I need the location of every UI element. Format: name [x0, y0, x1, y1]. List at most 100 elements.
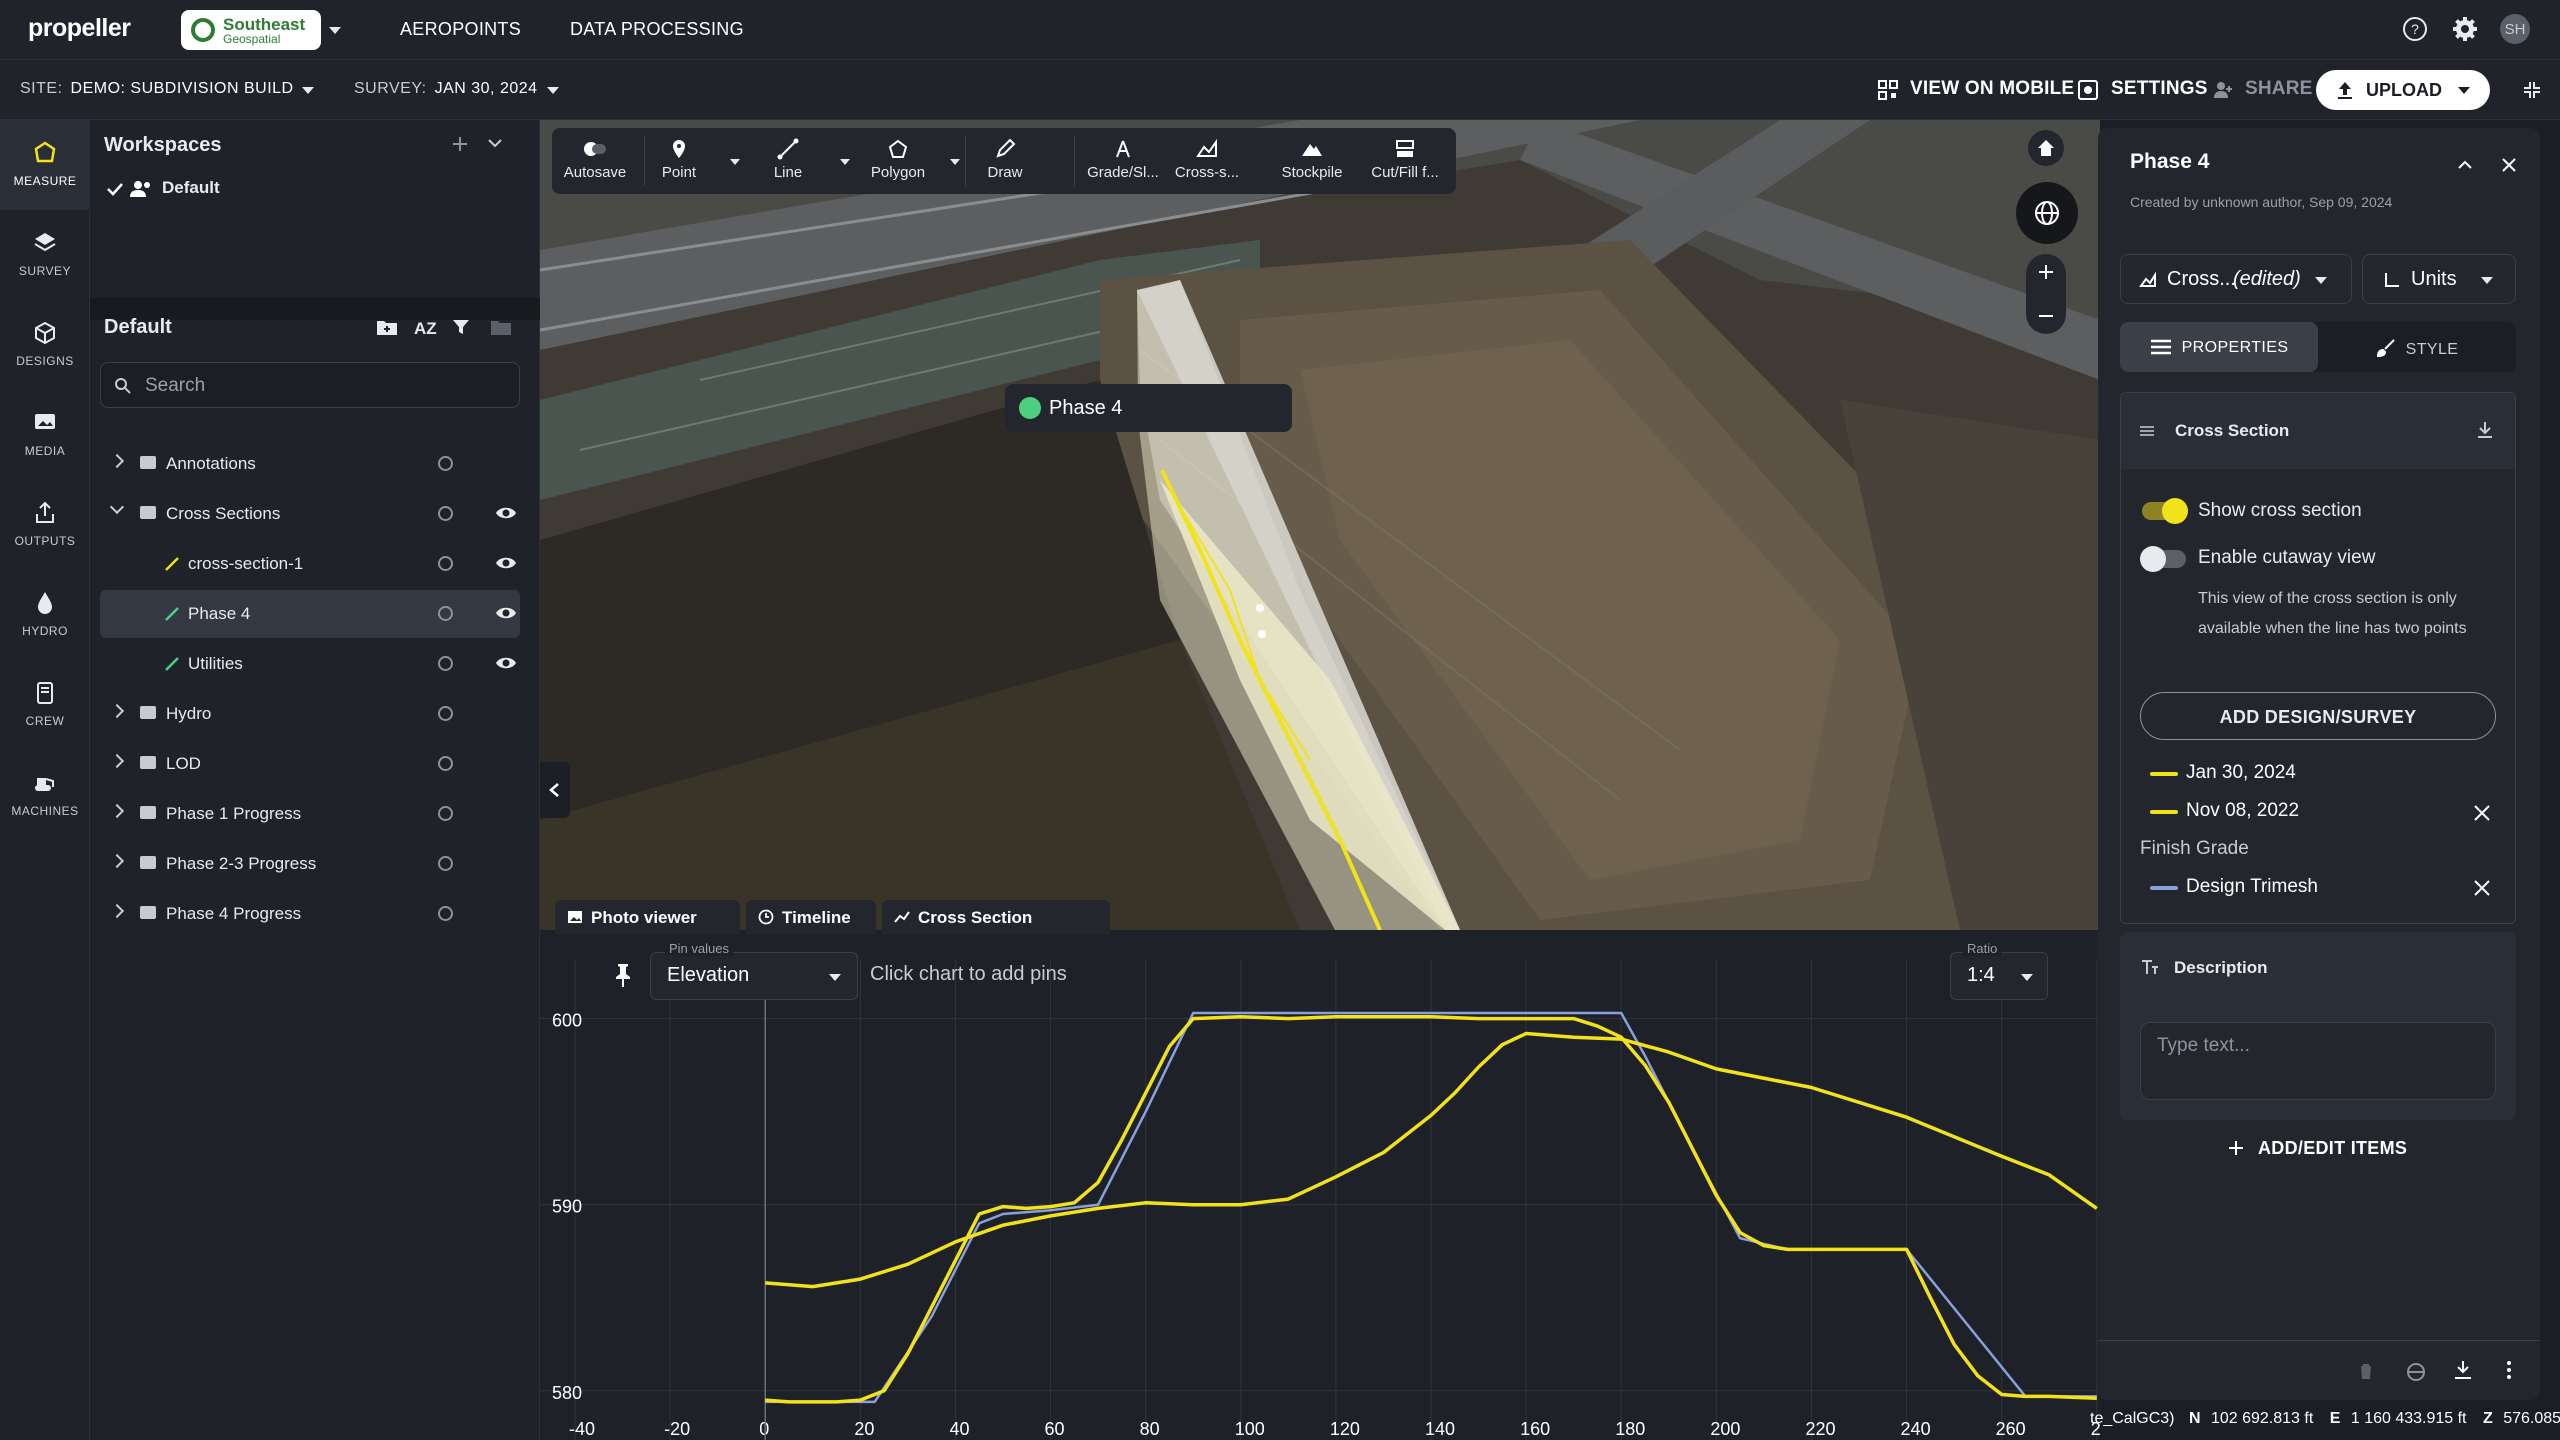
map-viewport[interactable] — [540, 120, 2100, 930]
layer-row[interactable]: cross-section-1 — [100, 540, 520, 588]
download-icon[interactable] — [2477, 421, 2493, 439]
org-dropdown-icon[interactable] — [329, 27, 341, 34]
zoom-out-icon[interactable] — [2038, 308, 2054, 324]
tool-grade-slope[interactable]: Grade/Sl... — [1083, 128, 1163, 194]
tool-autosave[interactable]: Autosave — [558, 128, 632, 194]
user-avatar[interactable]: SH — [2500, 14, 2530, 44]
help-icon[interactable]: ? — [2400, 14, 2430, 44]
layer-row[interactable]: LOD — [100, 740, 520, 788]
close-icon[interactable] — [2502, 158, 2516, 172]
visibility-globe-icon[interactable] — [2406, 1362, 2426, 1382]
layer-row[interactable]: Cross Sections — [100, 490, 520, 538]
layer-row[interactable]: Phase 4 Progress — [100, 890, 520, 938]
tool-dropdown-icon[interactable] — [950, 159, 960, 165]
compass-button[interactable] — [2016, 182, 2078, 244]
globe-icon[interactable] — [438, 906, 453, 921]
globe-icon[interactable] — [438, 756, 453, 771]
layer-row[interactable]: Phase 2-3 Progress — [100, 840, 520, 888]
globe-icon[interactable] — [438, 706, 453, 721]
pin-icon[interactable] — [612, 962, 634, 988]
gear-icon[interactable] — [2450, 14, 2480, 44]
tool-dropdown-icon[interactable] — [840, 159, 850, 165]
tool-draw[interactable]: Draw — [975, 128, 1035, 194]
rail-measure[interactable]: MEASURE — [0, 120, 90, 210]
show-cross-section-toggle[interactable] — [2142, 498, 2188, 524]
rail-designs[interactable]: DESIGNS — [0, 300, 90, 390]
chevron-down-icon[interactable] — [109, 499, 125, 515]
filter-icon[interactable] — [452, 318, 470, 336]
tab-cross-section[interactable]: Cross Section — [882, 900, 1110, 934]
add-edit-items-button[interactable]: ADD/EDIT ITEMS — [2228, 1138, 2407, 1159]
site-dropdown-icon[interactable] — [302, 87, 314, 94]
description-input[interactable]: Type text... — [2140, 1022, 2496, 1100]
globe-icon[interactable] — [438, 606, 453, 621]
drag-handle-icon[interactable] — [2139, 425, 2155, 437]
eye-icon[interactable] — [495, 555, 517, 571]
cross-section-card-header[interactable]: Cross Section — [2121, 393, 2515, 469]
tool-point[interactable]: Point — [648, 128, 710, 194]
zoom-in-icon[interactable] — [2038, 264, 2054, 280]
measurement-type-button[interactable]: Cross... (edited) — [2120, 254, 2352, 304]
cross-section-chart[interactable]: -40 -20 0 20 40 60 80 100 120 140 160 180 200 220 240 2… — [540, 930, 2100, 1440]
export-icon[interactable] — [2454, 1360, 2472, 1380]
chevron-right-icon[interactable] — [109, 703, 125, 719]
layer-search-input[interactable]: Search — [100, 362, 520, 408]
tab-properties[interactable]: PROPERTIES — [2120, 322, 2318, 372]
ratio-select[interactable]: Ratio 1:4 — [1950, 941, 2048, 1000]
chevron-right-icon[interactable] — [109, 453, 125, 469]
remove-survey-icon[interactable] — [2474, 805, 2490, 821]
folder-settings-icon[interactable] — [490, 318, 512, 336]
chevron-up-icon[interactable] — [2458, 160, 2472, 170]
globe-icon[interactable] — [438, 556, 453, 571]
tool-line[interactable]: Line — [748, 128, 828, 194]
remove-design-icon[interactable] — [2474, 880, 2490, 896]
rail-machines[interactable]: MACHINES — [0, 750, 90, 840]
settings-button[interactable]: SETTINGS — [2111, 78, 2208, 100]
tool-dropdown-icon[interactable] — [730, 159, 740, 165]
org-switcher[interactable]: Southeast Geospatial — [181, 10, 321, 50]
more-icon[interactable] — [2506, 1360, 2512, 1380]
rail-survey[interactable]: SURVEY — [0, 210, 90, 300]
units-button[interactable]: Units — [2362, 254, 2516, 304]
site-selector[interactable]: SITE: DEMO: SUBDIVISION BUILD — [20, 80, 294, 98]
layer-row[interactable]: Phase 1 Progress — [100, 790, 520, 838]
chevron-right-icon[interactable] — [109, 753, 125, 769]
globe-icon[interactable] — [438, 806, 453, 821]
layer-row[interactable]: Hydro — [100, 690, 520, 738]
tab-style[interactable]: STYLE — [2318, 322, 2516, 372]
globe-icon[interactable] — [438, 456, 453, 471]
layer-row[interactable]: Phase 4 — [100, 590, 520, 638]
view-on-mobile-button[interactable]: VIEW ON MOBILE — [1910, 78, 2074, 100]
tool-polygon[interactable]: Polygon — [856, 128, 940, 194]
pin-values-select[interactable]: Pin values Elevation — [650, 941, 858, 1000]
add-workspace-icon[interactable] — [452, 136, 468, 152]
rail-hydro[interactable]: HYDRO — [0, 570, 90, 660]
cutaway-toggle[interactable] — [2140, 546, 2186, 572]
layer-row[interactable]: Utilities — [100, 640, 520, 688]
globe-icon[interactable] — [438, 856, 453, 871]
tool-cross-section[interactable]: Cross-s... — [1170, 128, 1244, 194]
collapse-icon[interactable] — [2522, 80, 2542, 100]
tab-photo-viewer[interactable]: Photo viewer — [555, 900, 740, 934]
eye-icon[interactable] — [495, 655, 517, 671]
propeller-logo[interactable]: propeller — [28, 14, 131, 43]
chevron-right-icon[interactable] — [109, 803, 125, 819]
home-button[interactable] — [2028, 130, 2064, 166]
chevron-right-icon[interactable] — [109, 903, 125, 919]
rail-crew[interactable]: CREW — [0, 660, 90, 750]
chevron-down-icon[interactable] — [488, 138, 502, 148]
survey-selector[interactable]: SURVEY: JAN 30, 2024 — [354, 80, 538, 98]
collapse-panel-button[interactable] — [540, 762, 570, 818]
nav-data-processing[interactable]: DATA PROCESSING — [570, 19, 744, 40]
rail-outputs[interactable]: OUTPUTS — [0, 480, 90, 570]
chevron-right-icon[interactable] — [109, 853, 125, 869]
upload-dropdown-icon[interactable] — [2458, 87, 2470, 94]
tab-timeline[interactable]: Timeline — [746, 900, 876, 934]
layer-row[interactable]: Annotations — [100, 440, 520, 488]
tool-stockpile[interactable]: Stockpile — [1272, 128, 1352, 194]
new-folder-icon[interactable] — [376, 318, 398, 336]
upload-button[interactable]: UPLOAD — [2316, 70, 2490, 110]
share-button[interactable]: SHARE — [2245, 78, 2313, 100]
trash-icon[interactable] — [2358, 1362, 2374, 1380]
rail-media[interactable]: MEDIA — [0, 390, 90, 480]
